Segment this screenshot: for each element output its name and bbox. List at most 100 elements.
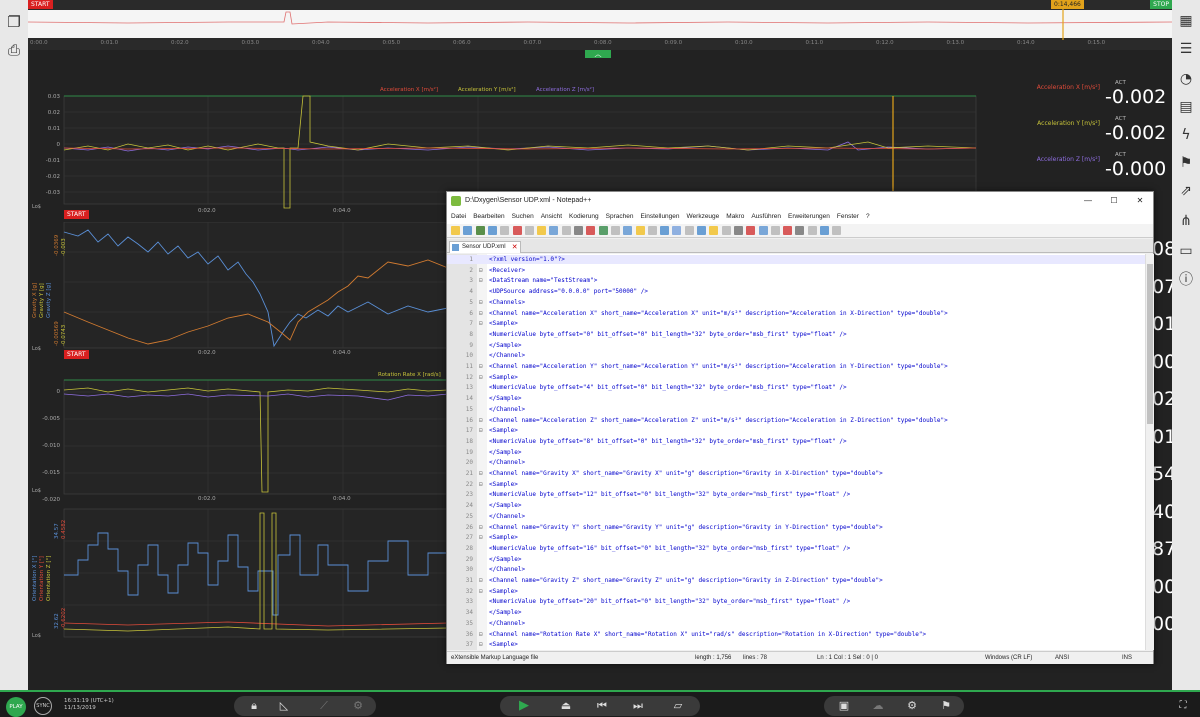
code-line[interactable]: 19 </Sample>	[447, 448, 1145, 457]
fold-marker[interactable]: ⊟	[479, 309, 483, 318]
toolbar-button-icon[interactable]	[549, 226, 559, 235]
menu-item[interactable]: ?	[866, 210, 870, 224]
scrollbar-thumb[interactable]	[1147, 264, 1153, 424]
gauge-icon[interactable]: ◔	[1175, 68, 1197, 90]
play-button[interactable]: PLAY	[6, 697, 26, 717]
toolbar-button-icon[interactable]	[709, 226, 719, 235]
toolbar-button-icon[interactable]	[733, 226, 743, 235]
fold-marker[interactable]: ⊟	[479, 630, 483, 639]
code-line[interactable]: 23 <NumericValue byte_offset="12" bit_off…	[447, 490, 1145, 499]
menu-item[interactable]: Fenster	[837, 210, 859, 224]
vehicle-icon[interactable]: ▭	[1175, 240, 1197, 262]
save-icon[interactable]: ▣	[830, 696, 858, 716]
toolbar-button-icon[interactable]	[721, 226, 731, 235]
menu-item[interactable]: Ausführen	[751, 210, 781, 224]
overview-start-marker[interactable]: START	[28, 0, 53, 9]
layers-icon[interactable]: ❐	[2, 10, 26, 34]
info-icon[interactable]: ⓘ	[1175, 268, 1197, 290]
grid-icon[interactable]: ▦	[1175, 10, 1197, 32]
fold-marker[interactable]: ⊟	[479, 576, 483, 585]
toolbar-button-icon[interactable]	[500, 226, 510, 235]
menu-item[interactable]: Einstellungen	[640, 210, 679, 224]
toolbar-button-icon[interactable]	[795, 226, 805, 235]
code-line[interactable]: 24 </Sample>	[447, 501, 1145, 510]
code-line[interactable]: 20 </Channel>	[447, 458, 1145, 467]
chart2-start-marker[interactable]: START	[64, 350, 89, 359]
toolbar-button-icon[interactable]	[574, 226, 583, 235]
toolbar-button-icon[interactable]	[672, 226, 682, 235]
play-icon[interactable]: ▶	[510, 696, 538, 716]
value-row[interactable]: Acceleration Z [m/s²] ACT -0.000	[1030, 150, 1172, 180]
legend-entry[interactable]: Acceleration Z [m/s²]	[536, 87, 594, 93]
code-line[interactable]: 14 </Sample>	[447, 394, 1145, 403]
skip-forward-icon[interactable]: ⏭	[624, 696, 652, 716]
notepad-titlebar[interactable]: D:\Dxygen\Sensor UDP.xml - Notepad++ — ☐…	[447, 192, 1153, 210]
toolbar-button-icon[interactable]	[820, 226, 829, 235]
bottom-flag-icon[interactable]: ⚑	[932, 696, 960, 716]
overview-stop-marker[interactable]: STOP	[1150, 0, 1172, 9]
toolbar-button-icon[interactable]	[463, 226, 473, 235]
code-line[interactable]: 22 ⊟ <Sample>	[447, 480, 1145, 489]
code-line[interactable]: 26 ⊟ <Channel name="Gravity Y" short_name=…	[447, 523, 1145, 532]
skip-back-icon[interactable]: ⏮	[588, 696, 616, 716]
code-line[interactable]: 3 ⊟ <DataStream name="TestStream">	[447, 276, 1145, 285]
lock-icon[interactable]: 🔒︎	[240, 696, 268, 716]
fold-marker[interactable]: ⊟	[479, 426, 483, 435]
menu-item[interactable]: Bearbeiten	[473, 210, 504, 224]
code-line[interactable]: 2 ⊟ <Receiver>	[447, 266, 1145, 275]
menu-item[interactable]: Kodierung	[569, 210, 599, 224]
code-line[interactable]: 1 <?xml version="1.0"?>	[447, 255, 1145, 264]
code-line[interactable]: 32 ⊟ <Sample>	[447, 587, 1145, 596]
toolbar-button-icon[interactable]	[697, 226, 706, 235]
code-line[interactable]: 8 <NumericValue byte_offset="0" bit_offse…	[447, 330, 1145, 339]
code-line[interactable]: 17 ⊟ <Sample>	[447, 426, 1145, 435]
code-line[interactable]: 12 ⊟ <Sample>	[447, 373, 1145, 382]
toolbar-button-icon[interactable]	[610, 226, 620, 235]
value-row[interactable]: Acceleration Y [m/s²] ACT -0.002	[1030, 114, 1172, 144]
collapse-overview-button[interactable]: ︿	[585, 50, 611, 58]
code-line[interactable]: 30 </Channel>	[447, 565, 1145, 574]
cloud-icon[interactable]: ☁	[864, 696, 892, 716]
menu-item[interactable]: Suchen	[512, 210, 534, 224]
code-line[interactable]: 16 ⊟ <Channel name="Acceleration Z" short_…	[447, 416, 1145, 425]
list-icon[interactable]: ☰	[1175, 38, 1197, 60]
toolbar-button-icon[interactable]	[660, 226, 670, 235]
toolbar-button-icon[interactable]	[758, 226, 768, 235]
fold-marker[interactable]: ⊟	[479, 480, 483, 489]
chart1-start-marker[interactable]: START	[64, 210, 89, 219]
minimize-icon[interactable]: —	[1075, 192, 1101, 210]
code-line[interactable]: 13 <NumericValue byte_offset="4" bit_offs…	[447, 383, 1145, 392]
toolbar-button-icon[interactable]	[451, 226, 460, 235]
toolbar-button-icon[interactable]	[684, 226, 694, 235]
notepad-window[interactable]: D:\Dxygen\Sensor UDP.xml - Notepad++ — ☐…	[446, 191, 1154, 664]
menu-item[interactable]: Makro	[726, 210, 744, 224]
editor-scrollbar[interactable]	[1145, 254, 1154, 650]
toolbar-button-icon[interactable]	[598, 226, 608, 235]
eject-icon[interactable]: ⏏	[552, 696, 580, 716]
code-line[interactable]: 34 </Sample>	[447, 608, 1145, 617]
toolbar-button-icon[interactable]	[807, 226, 817, 235]
menu-item[interactable]: Datei	[451, 210, 466, 224]
toolbar-button-icon[interactable]	[770, 226, 780, 235]
code-line[interactable]: 9 </Sample>	[447, 341, 1145, 350]
code-editor[interactable]: 1 <?xml version="1.0"?> 2 ⊟ <Receiver> 3 ⊟ <Dat…	[447, 254, 1145, 650]
toolbar-button-icon[interactable]	[537, 226, 547, 235]
fold-marker[interactable]: ⊟	[479, 523, 483, 532]
toolbar-button-icon[interactable]	[512, 226, 522, 235]
report-icon[interactable]: ▤	[1175, 96, 1197, 118]
value-row[interactable]: Acceleration X [m/s²] ACT -0.002	[1030, 78, 1172, 108]
toolbar-button-icon[interactable]	[635, 226, 645, 235]
legend-entry[interactable]: Acceleration Y [m/s²]	[458, 87, 516, 93]
toolbar-button-icon[interactable]	[746, 226, 756, 235]
code-line[interactable]: 25 </Channel>	[447, 512, 1145, 521]
code-line[interactable]: 27 ⊟ <Sample>	[447, 533, 1145, 542]
code-line[interactable]: 31 ⊟ <Channel name="Gravity Z" short_name=…	[447, 576, 1145, 585]
close-icon[interactable]: ✕	[1127, 192, 1153, 210]
toolbar-button-icon[interactable]	[832, 226, 842, 235]
toolbar-button-icon[interactable]	[487, 226, 497, 235]
measure-icon[interactable]: ◺	[270, 696, 298, 716]
code-line[interactable]: 37 ⊟ <Sample>	[447, 640, 1145, 649]
menu-item[interactable]: Werkzeuge	[687, 210, 720, 224]
print-icon[interactable]: ⎙	[2, 38, 26, 62]
menu-item[interactable]: Ansicht	[541, 210, 562, 224]
